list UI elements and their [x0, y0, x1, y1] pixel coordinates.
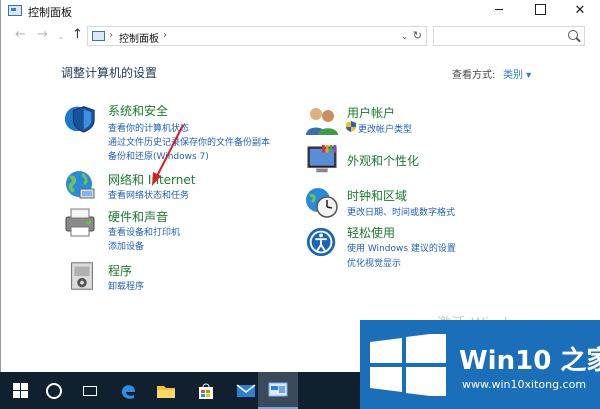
- maximize-icon: [534, 3, 546, 15]
- forward-button[interactable]: →: [37, 27, 48, 43]
- link-uninstall-program[interactable]: 卸载程序: [108, 279, 144, 292]
- link-devices-printers[interactable]: 查看设备和打印机: [108, 225, 180, 238]
- control-panel-icon: [92, 31, 105, 41]
- file-explorer-icon[interactable]: [146, 372, 186, 409]
- category-user-accounts[interactable]: 用户帐户: [347, 104, 395, 121]
- edge-icon[interactable]: [108, 372, 148, 409]
- task-view-icon[interactable]: [70, 372, 110, 409]
- control-panel-window: 控制面板 ─ ✕ ← → ⌄ ↑ › 控制面板 › ⌄ ↻ 调整计算机的设置 查…: [0, 0, 600, 372]
- view-by-label: 查看方式:: [452, 70, 496, 81]
- up-button[interactable]: ↑: [72, 27, 83, 43]
- link-view-computer-status[interactable]: 查看你的计算机状态: [108, 121, 189, 134]
- navigation-bar: ← → ⌄ ↑ › 控制面板 › ⌄ ↻: [1, 24, 600, 48]
- search-icon[interactable]: [568, 30, 578, 40]
- printer-icon[interactable]: [62, 205, 98, 239]
- search-input[interactable]: [433, 26, 585, 46]
- category-programs[interactable]: 程序: [108, 262, 132, 279]
- control-panel-taskbar-icon[interactable]: [258, 372, 298, 409]
- link-file-history-backup[interactable]: 通过文件历史记录保存你的文件备份副本: [108, 135, 270, 148]
- store-icon[interactable]: [186, 372, 226, 409]
- back-button[interactable]: ←: [15, 27, 26, 43]
- category-appearance-personalization[interactable]: 外观和个性化: [347, 152, 419, 169]
- category-system-security[interactable]: 系统和安全: [108, 102, 168, 119]
- control-panel-icon: [8, 5, 22, 16]
- shield-icon[interactable]: [62, 100, 98, 134]
- cortana-icon[interactable]: [34, 372, 74, 409]
- link-change-account-type[interactable]: 更改帐户类型: [358, 122, 412, 135]
- link-optimize-visual-display[interactable]: 优化视觉显示: [347, 256, 401, 269]
- category-clock-region[interactable]: 时钟和区域: [347, 187, 407, 204]
- programs-icon[interactable]: [64, 259, 100, 293]
- category-ease-of-access[interactable]: 轻松使用: [347, 224, 395, 241]
- address-dropdown-button[interactable]: ⌄: [401, 32, 408, 41]
- network-globe-icon[interactable]: [62, 167, 98, 201]
- uac-shield-icon: [346, 121, 356, 132]
- window-title: 控制面板: [28, 6, 72, 19]
- brand-title: Win10 之家: [459, 346, 600, 376]
- ease-of-access-icon[interactable]: [304, 225, 340, 259]
- brand-url: www.win10xitong.com: [462, 378, 587, 391]
- maximize-button[interactable]: [523, 0, 557, 22]
- link-change-date-time-format[interactable]: 更改日期、时间或数字格式: [347, 205, 455, 218]
- breadcrumb-separator[interactable]: ›: [109, 30, 113, 41]
- link-backup-restore[interactable]: 备份和还原(Windows 7): [108, 149, 209, 162]
- close-button[interactable]: ✕: [563, 0, 597, 22]
- users-icon[interactable]: [304, 103, 340, 137]
- category-network-internet[interactable]: 网络和 Internet: [108, 171, 195, 188]
- clock-globe-icon[interactable]: [304, 186, 340, 220]
- link-network-status[interactable]: 查看网络状态和任务: [108, 188, 189, 201]
- refresh-button[interactable]: ↻: [413, 29, 422, 42]
- link-add-device[interactable]: 添加设备: [108, 239, 144, 252]
- link-windows-recommended-settings[interactable]: 使用 Windows 建议的设置: [347, 241, 456, 254]
- view-by-dropdown[interactable]: 类别 ▾: [503, 66, 531, 81]
- minimize-button[interactable]: ─: [482, 0, 516, 22]
- address-bar[interactable]: › 控制面板 › ⌄ ↻: [87, 26, 427, 46]
- breadcrumb-control-panel[interactable]: 控制面板: [119, 30, 159, 45]
- category-hardware-sound[interactable]: 硬件和声音: [108, 208, 168, 225]
- win10-home-brand-logo: Win10 之家 www.win10xitong.com: [360, 320, 600, 409]
- recent-locations-button[interactable]: ⌄: [57, 29, 65, 45]
- page-heading: 调整计算机的设置: [61, 66, 158, 80]
- windows-logo-icon: [370, 334, 446, 396]
- title-bar: 控制面板 ─ ✕: [1, 0, 600, 22]
- breadcrumb-separator[interactable]: ›: [163, 30, 167, 41]
- appearance-icon[interactable]: [304, 143, 340, 177]
